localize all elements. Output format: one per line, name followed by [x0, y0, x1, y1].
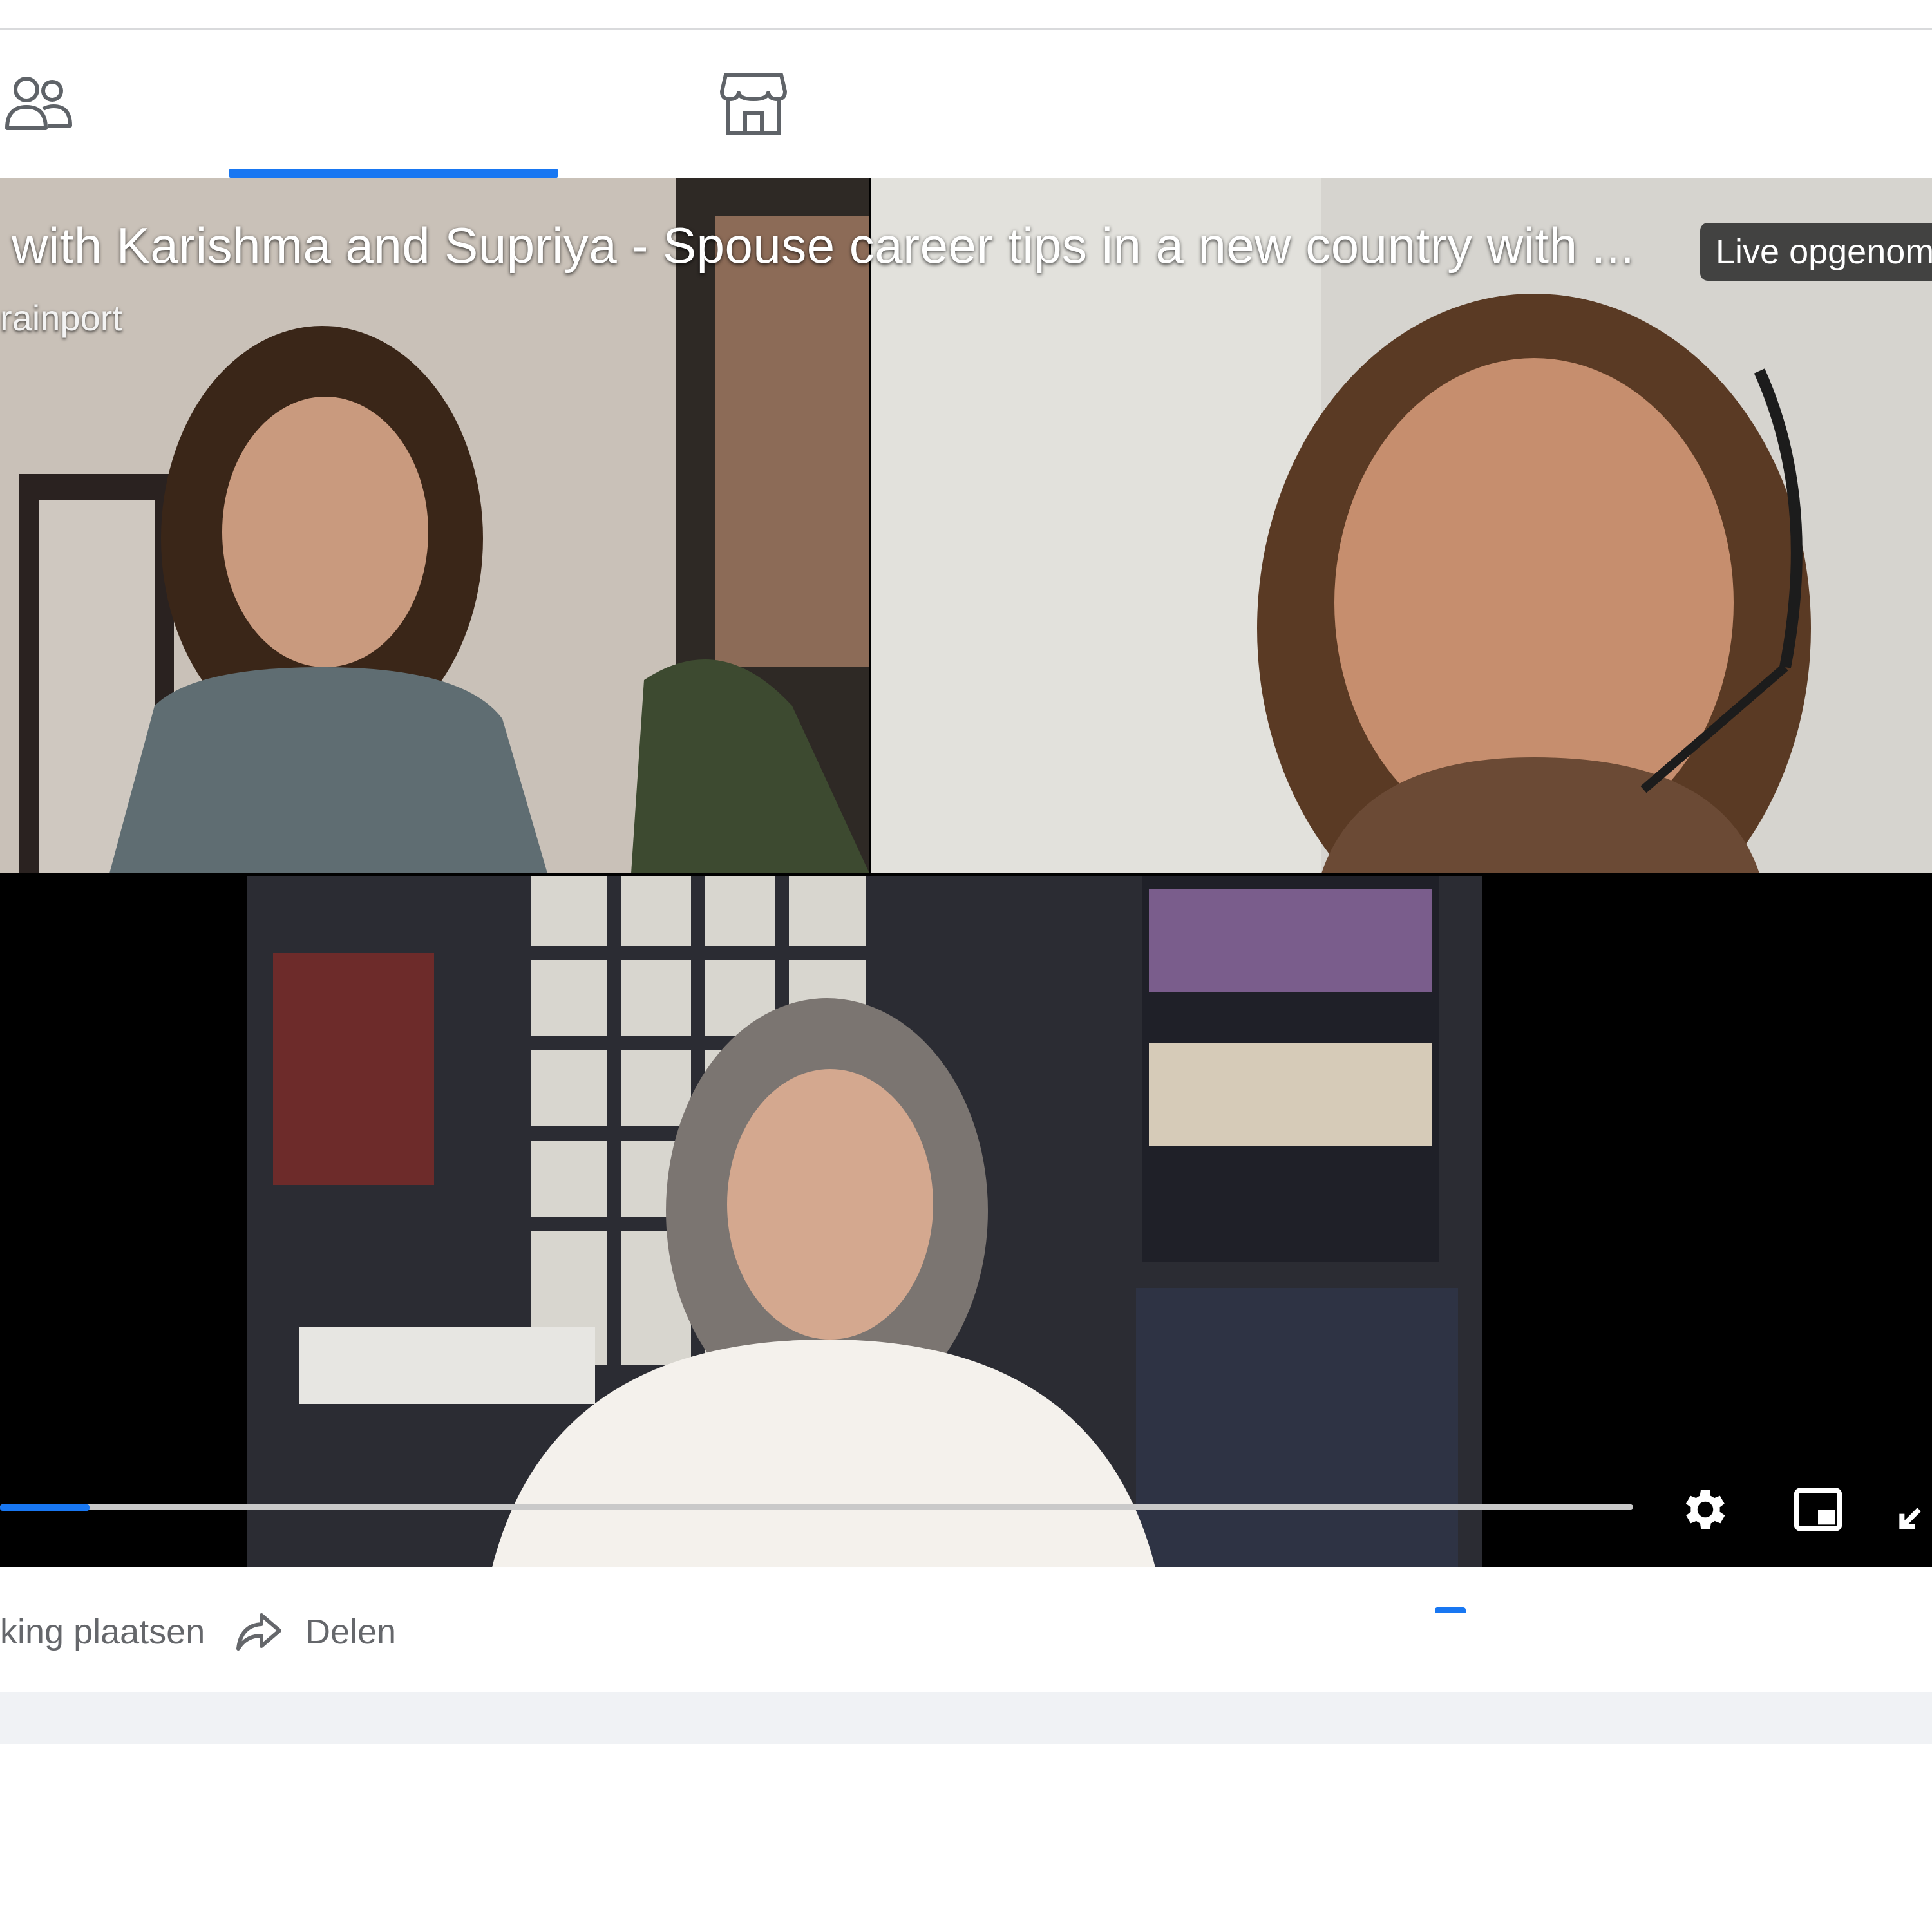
react-button[interactable]: king plaatsen — [0, 1603, 205, 1661]
participant-frame-top-right — [871, 178, 1932, 873]
nav-tabbar — [0, 30, 1932, 178]
progress-fill — [0, 1504, 90, 1511]
progress-track[interactable] — [0, 1504, 1633, 1510]
participant-scene-2 — [871, 178, 1932, 873]
participant-frame-bottom — [0, 876, 1932, 1567]
video-title: with Karishma and Supriya - Spouse caree… — [12, 217, 1635, 274]
tab-people[interactable] — [0, 30, 77, 178]
react-label: king plaatsen — [0, 1613, 205, 1651]
store-icon — [720, 73, 787, 135]
top-border — [0, 0, 1932, 30]
participant-frame-top-left — [0, 178, 869, 873]
share-button[interactable]: Delen — [233, 1603, 396, 1661]
share-label: Delen — [305, 1613, 397, 1651]
feed-below — [0, 1744, 1932, 1932]
fullscreen-icon — [1899, 1508, 1921, 1530]
tab-marketplace[interactable] — [715, 30, 792, 178]
video-player[interactable]: with Karishma and Supriya - Spouse caree… — [0, 178, 1932, 923]
feed-separator — [0, 1692, 1932, 1744]
settings-button[interactable] — [1674, 1479, 1736, 1540]
miniplayer-button[interactable] — [1787, 1479, 1849, 1540]
participant-scene-3 — [247, 876, 1482, 1567]
active-tab-indicator — [229, 169, 558, 178]
participant-scene-1 — [0, 178, 869, 873]
loading-indicator — [1435, 1607, 1466, 1613]
video-channel: rainport — [0, 298, 122, 338]
fullscreen-button[interactable] — [1893, 1479, 1932, 1540]
live-badge: Live opgenome — [1700, 223, 1932, 281]
share-icon — [236, 1613, 281, 1651]
miniplayer-icon — [1794, 1488, 1842, 1531]
people-icon — [5, 77, 72, 130]
gear-icon — [1685, 1490, 1725, 1530]
post-actions-bar: king plaatsen Delen — [0, 1567, 1932, 1696]
